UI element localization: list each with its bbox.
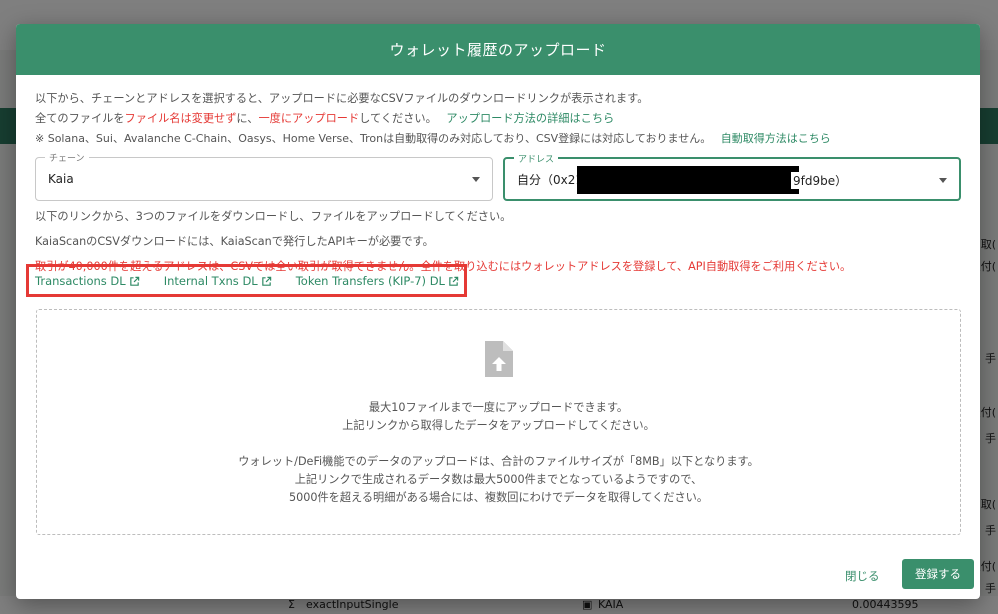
address-select[interactable]: アドレス 自分（0x21 9fd9be） (503, 152, 961, 201)
no-rename-warning: ファイル名は変更せず (124, 112, 237, 125)
upload-at-once-warning: 一度にアップロード (258, 112, 360, 125)
upload-method-link[interactable]: アップロード方法の詳細はこちら (446, 112, 614, 125)
modal-footer: 閉じる 登録する (16, 559, 980, 599)
address-label: アドレス (514, 152, 559, 165)
dropzone-line-1: 最大10ファイルまで一度にアップロードできます。 (368, 401, 629, 414)
chain-select[interactable]: チェーン Kaia (35, 151, 493, 201)
external-link-icon (129, 276, 139, 286)
modal-body: 以下から、チェーンとアドレスを選択すると、アップロードに必要なCSVファイルのダ… (16, 75, 980, 277)
address-value-suffix: 9fd9be） (791, 172, 848, 189)
internal-txns-dl-label: Internal Txns DL (163, 274, 258, 288)
dropzone-line-5: 5000件を超える明細がある場合には、複数回にわけでデータを取得してください。 (288, 491, 709, 504)
chevron-down-icon (472, 177, 480, 182)
file-upload-icon (485, 341, 513, 377)
external-link-icon (261, 276, 271, 286)
download-links: Transactions DL Internal Txns DL Token T… (35, 274, 459, 288)
transactions-dl-label: Transactions DL (35, 274, 126, 288)
apikey-note: KaiaScanのCSVダウンロードには、KaiaScanで発行したAPIキーが… (35, 235, 434, 248)
chain-value: Kaia (48, 172, 74, 186)
files-suffix: してください。 (359, 112, 437, 125)
upload-modal: ウォレット履歴のアップロード 以下から、チェーンとアドレスを選択すると、アップロ… (16, 24, 980, 599)
file-dropzone[interactable]: 最大10ファイルまで一度にアップロードできます。 上記リンクから取得したデータを… (36, 309, 961, 535)
dropzone-line-2: 上記リンクから取得したデータをアップロードしてください。 (342, 419, 655, 432)
dropzone-line-3: ウォレット/DeFi機能でのデータのアップロードは、合計のファイルサイズが「8M… (238, 455, 759, 468)
download-instruction: 以下のリンクから、3つのファイルをダウンロードし、ファイルをアップロードしてくだ… (35, 210, 512, 223)
close-button[interactable]: 閉じる (845, 568, 880, 584)
chevron-down-icon (939, 178, 947, 183)
dropzone-line-4: 上記リンクで生成されるデータ数は最大5000件までとなっているようですので、 (294, 473, 703, 486)
chain-label: チェーン (45, 151, 89, 164)
auto-fetch-method-link[interactable]: 自動取得方法はこちら (721, 132, 831, 145)
submit-button[interactable]: 登録する (902, 559, 974, 589)
token-transfers-dl-link[interactable]: Token Transfers (KIP-7) DL (296, 274, 459, 288)
transactions-dl-link[interactable]: Transactions DL (35, 274, 140, 288)
token-transfers-dl-label: Token Transfers (KIP-7) DL (295, 274, 445, 288)
redaction-block (577, 166, 799, 194)
modal-header: ウォレット履歴のアップロード (16, 24, 980, 75)
modal-title: ウォレット履歴のアップロード (389, 41, 607, 59)
auto-fetch-note: ※ Solana、Sui、Avalanche C-Chain、Oasys、Hom… (35, 129, 961, 149)
files-mid: に、 (236, 112, 259, 125)
auto-fetch-note-text: ※ Solana、Sui、Avalanche C-Chain、Oasys、Hom… (35, 132, 712, 145)
external-link-icon (449, 276, 459, 286)
intro-text: 以下から、チェーンとアドレスを選択すると、アップロードに必要なCSVファイルのダ… (35, 92, 649, 105)
selector-fields: チェーン Kaia アドレス 自分（0x21 9fd9be） (35, 151, 961, 201)
address-value-prefix: 自分（0x21 (517, 172, 584, 187)
files-instruction: 全てのファイルをファイル名は変更せずに、一度にアップロードしてください。 アップ… (35, 109, 961, 129)
internal-txns-dl-link[interactable]: Internal Txns DL (164, 274, 272, 288)
files-prefix: 全てのファイルを (35, 112, 125, 125)
